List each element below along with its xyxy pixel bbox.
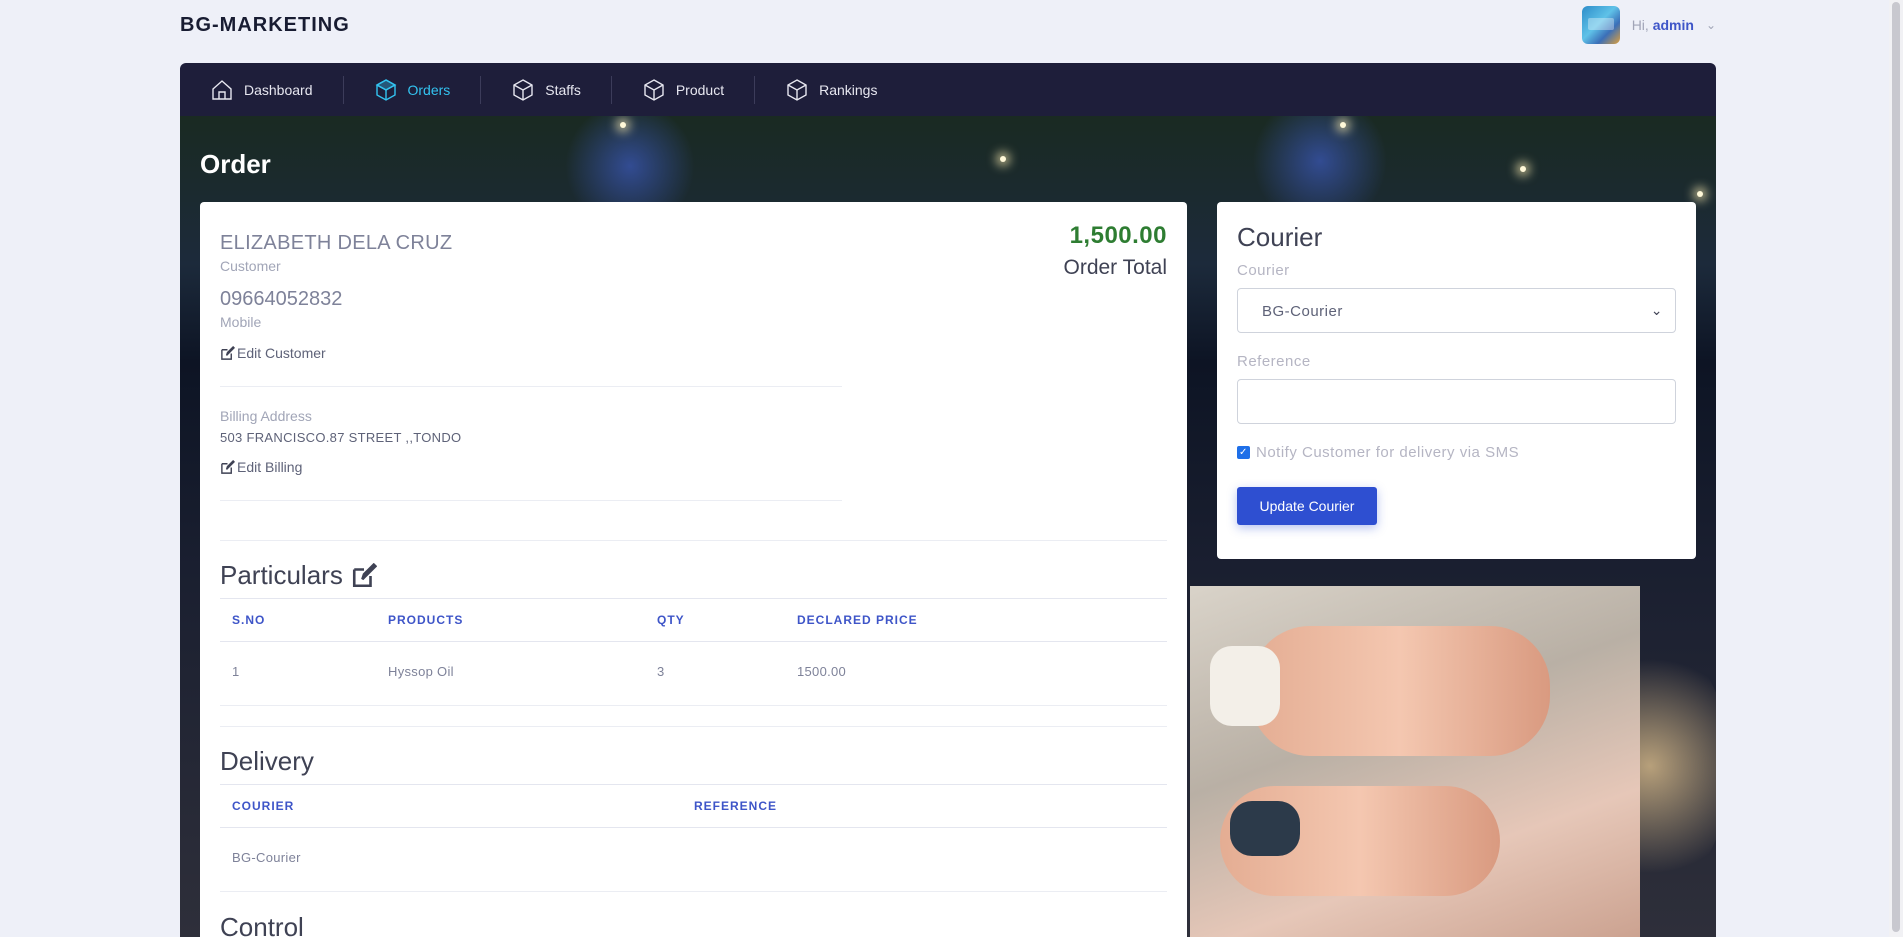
- nav-label-staffs: Staffs: [545, 81, 581, 98]
- billing-address: 503 FRANCISCO.87 STREET ,,TONDO: [220, 430, 462, 445]
- notify-sms-checkbox[interactable]: ✓: [1237, 446, 1250, 459]
- edit-billing-label: Edit Billing: [237, 459, 303, 475]
- order-details-card: ELIZABETH DELA CRUZ Customer 09664052832…: [200, 202, 1187, 937]
- brand-logo[interactable]: BG-MARKETING: [180, 14, 350, 37]
- nav-label-dashboard: Dashboard: [244, 81, 313, 98]
- home-icon: [212, 79, 232, 100]
- background-light: [1000, 156, 1006, 162]
- notify-sms-label[interactable]: Notify Customer for delivery via SMS: [1256, 444, 1519, 461]
- notify-sms-row[interactable]: ✓ Notify Customer for delivery via SMS: [1237, 444, 1519, 461]
- nav-label-orders: Orders: [407, 81, 451, 98]
- page-banner: Order ELIZABETH DELA CRUZ Customer 09664…: [180, 116, 1716, 937]
- cube-icon: [513, 78, 533, 101]
- reference-input[interactable]: [1237, 379, 1676, 424]
- top-header: BG-MARKETING Hi, admin ⌄: [180, 0, 1716, 50]
- delivery-table-header: COURIER REFERENCE: [220, 784, 1167, 828]
- background-photo-nail: [1210, 646, 1280, 726]
- reference-field-label: Reference: [1237, 353, 1311, 370]
- edit-icon: [221, 345, 235, 360]
- background-photo-hand: [1250, 626, 1550, 756]
- greeting-text: Hi,: [1631, 17, 1649, 33]
- user-menu[interactable]: Hi, admin ⌄: [1581, 6, 1716, 44]
- customer-label: Customer: [220, 258, 281, 274]
- edit-customer-label: Edit Customer: [237, 345, 326, 361]
- column-header-reference: REFERENCE: [694, 799, 778, 813]
- customer-mobile: 09664052832: [220, 288, 343, 310]
- divider: [220, 726, 1167, 727]
- background-light: [1697, 191, 1703, 197]
- chevron-down-icon: ⌄: [1650, 302, 1663, 318]
- divider: [220, 500, 842, 501]
- control-title-text: Control: [220, 912, 304, 937]
- edit-icon[interactable]: [351, 562, 377, 589]
- nav-label-product: Product: [675, 81, 725, 98]
- nav-item-orders[interactable]: Orders: [342, 75, 481, 104]
- background-light: [620, 122, 626, 128]
- customer-name: ELIZABETH DELA CRUZ: [220, 232, 453, 254]
- column-header-products: PRODUCTS: [388, 613, 464, 627]
- column-header-declared-price: DECLARED PRICE: [797, 613, 918, 627]
- background-light: [1520, 166, 1526, 172]
- nav-label-rankings: Rankings: [819, 81, 878, 98]
- background-photo: [1190, 586, 1640, 937]
- courier-select-value: BG-Courier: [1262, 303, 1343, 320]
- particulars-title: Particulars: [220, 560, 377, 591]
- order-total-label: Order Total: [1063, 256, 1168, 279]
- nav-item-rankings[interactable]: Rankings: [754, 75, 907, 104]
- column-header-courier: COURIER: [232, 799, 295, 813]
- control-title: Control: [220, 912, 304, 937]
- cell-product: Hyssop Oil: [388, 664, 454, 679]
- cell-sno: 1: [232, 664, 240, 679]
- courier-card-title: Courier: [1237, 222, 1323, 252]
- background-light: [1340, 122, 1346, 128]
- edit-customer-link[interactable]: Edit Customer: [220, 345, 326, 361]
- delivery-title-text: Delivery: [220, 746, 314, 776]
- nav-item-staffs[interactable]: Staffs: [480, 75, 611, 104]
- page-title: Order: [200, 149, 271, 179]
- mobile-label: Mobile: [220, 314, 262, 330]
- cell-courier: BG-Courier: [232, 850, 301, 865]
- particulars-title-text: Particulars: [220, 560, 343, 590]
- courier-card: Courier Courier BG-Courier ⌄ Reference ✓…: [1217, 202, 1696, 559]
- avatar[interactable]: [1581, 6, 1620, 44]
- scrollbar[interactable]: [1889, 0, 1903, 937]
- nav-item-dashboard[interactable]: Dashboard: [210, 76, 343, 104]
- divider: [220, 540, 1167, 541]
- nav-item-product[interactable]: Product: [610, 75, 754, 104]
- edit-billing-link[interactable]: Edit Billing: [220, 459, 302, 475]
- cube-icon: [644, 78, 664, 101]
- table-row: BG-Courier: [220, 828, 1167, 892]
- main-nav: Dashboard Orders Staffs Product Rankings: [180, 63, 1716, 116]
- column-header-sno: S.NO: [232, 613, 266, 627]
- particulars-table-header: S.NO PRODUCTS QTY DECLARED PRICE: [220, 598, 1167, 642]
- order-total: 1,500.00 Order Total: [1064, 222, 1168, 280]
- scrollbar-thumb[interactable]: [1892, 2, 1900, 932]
- background-photo-nail: [1230, 801, 1300, 856]
- delivery-title: Delivery: [220, 746, 314, 777]
- edit-icon: [221, 459, 235, 474]
- username[interactable]: admin: [1653, 17, 1694, 33]
- column-header-qty: QTY: [657, 613, 685, 627]
- billing-address-label: Billing Address: [220, 408, 312, 424]
- update-courier-button[interactable]: Update Courier: [1237, 487, 1377, 525]
- cube-icon: [375, 78, 396, 101]
- courier-field-label: Courier: [1237, 262, 1290, 279]
- divider: [220, 386, 842, 387]
- order-total-amount: 1,500.00: [1069, 222, 1167, 249]
- user-greeting: Hi, admin: [1632, 17, 1694, 33]
- table-row: 1 Hyssop Oil 3 1500.00: [220, 642, 1167, 706]
- chevron-down-icon[interactable]: ⌄: [1706, 18, 1716, 32]
- cube-icon: [787, 78, 807, 101]
- courier-select[interactable]: BG-Courier ⌄: [1237, 288, 1676, 333]
- cell-declared-price: 1500.00: [797, 664, 847, 679]
- cell-qty: 3: [657, 664, 665, 679]
